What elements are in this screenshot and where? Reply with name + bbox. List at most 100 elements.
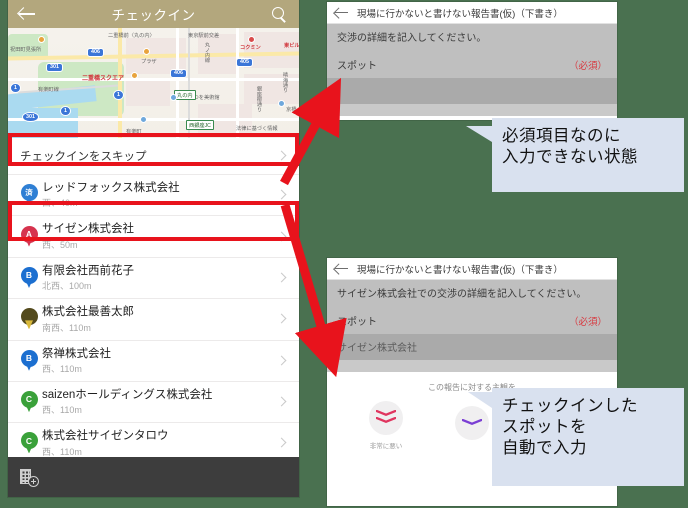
spot-list: チェックインをスキップ 済 レッドフォックス株式会社 西、40m A サイゼン株… xyxy=(8,138,299,465)
list-item[interactable]: B 祭禅株式会社 西、110m xyxy=(8,340,299,382)
spot-info: 株式会社最善太郎 南西、110m xyxy=(42,305,275,333)
spot-input[interactable] xyxy=(327,77,617,104)
spot-pin: B xyxy=(16,349,42,372)
chevron-right-icon xyxy=(275,397,289,407)
page-title: チェックイン xyxy=(111,8,196,23)
map-view[interactable]: 祝田町見張所 二重橋前〈丸の内〉 東京駅前交差 コクミン 東ビル プラザ 二重橋… xyxy=(8,28,299,138)
search-icon xyxy=(271,6,287,22)
list-item[interactable]: B 有限会社西前花子 北西、100m xyxy=(8,257,299,300)
map-road xyxy=(118,28,122,138)
list-item[interactable]: 済 レッドフォックス株式会社 西、40m xyxy=(8,175,299,217)
add-building-icon[interactable] xyxy=(20,468,39,487)
map-poi-icon xyxy=(131,72,138,79)
map-poi-icon xyxy=(140,116,147,123)
spot-info: 祭禅株式会社 西、110m xyxy=(42,347,275,375)
chevron-right-icon xyxy=(275,314,289,324)
spot-pin: 済 xyxy=(16,184,42,206)
spot-distance: 西、110m xyxy=(42,363,82,374)
report-app-bar: 現場に行かないと書けない報告書(仮)（下書き） xyxy=(327,258,617,280)
report-instruction: サイゼン株式会社での交渉の詳細を記入してください。 xyxy=(337,289,587,300)
search-button[interactable] xyxy=(269,4,289,24)
chevron-down-icon xyxy=(462,415,482,431)
map-label: 丸ノ内線 xyxy=(204,42,210,63)
report-title: 現場に行かないと書けない報告書(仮)（下書き） xyxy=(357,264,563,276)
spot-distance: 南西、110m xyxy=(42,322,91,333)
chevron-right-icon xyxy=(275,356,289,366)
map-pin-icon: B xyxy=(20,349,38,372)
map-pin-icon: B xyxy=(20,266,38,289)
list-item[interactable]: A サイゼン株式会社 西、50m xyxy=(8,216,299,258)
checkin-screen: チェックイン 祝田町見張所 二重橋前〈丸の内〉 東京駅前交差 コクミン 東ビル … xyxy=(8,0,299,497)
rating-circle xyxy=(455,405,489,440)
map-poi-icon xyxy=(278,100,285,107)
map-route-shield: 405 xyxy=(236,58,253,68)
map-route-shield: 406 xyxy=(87,48,104,58)
rating-label: 非常に悪い xyxy=(369,442,403,450)
chevron-right-icon xyxy=(275,151,289,161)
map-pin-icon: 済 xyxy=(20,184,38,206)
map-station-label: 丸の内 xyxy=(174,90,196,100)
map-pin-icon: C xyxy=(20,432,38,454)
map-label: プラザ xyxy=(141,59,157,65)
spot-name: 株式会社サイゼンタロウ xyxy=(42,430,169,443)
map-label: 法律に基づく情報 xyxy=(236,126,278,132)
report-app-bar: 現場に行かないと書けない報告書(仮)（下書き） xyxy=(327,2,617,24)
chevron-right-icon xyxy=(275,232,289,242)
spot-name: サイゼン株式会社 xyxy=(42,223,134,236)
report-body: 交渉の詳細を記入してください。 スポット （必須） xyxy=(327,24,617,116)
back-button[interactable] xyxy=(18,4,38,24)
map-road xyxy=(8,78,299,81)
report-title: 現場に行かないと書けない報告書(仮)（下書き） xyxy=(357,8,563,20)
map-label: 京橋 xyxy=(286,107,297,113)
chevron-right-icon xyxy=(275,438,289,448)
app-bar: チェックイン xyxy=(8,0,299,28)
spot-field-row: スポット （必須） xyxy=(337,313,607,334)
field-divider xyxy=(327,103,617,116)
map-poi-icon xyxy=(38,36,45,43)
list-item[interactable]: 株式会社最善太郎 南西、110m xyxy=(8,299,299,341)
spot-distance: 北西、100m xyxy=(42,281,92,292)
spot-distance: 西、110m xyxy=(42,446,82,457)
spot-pin: C xyxy=(16,432,42,454)
spot-name: saizenホールディングス株式会社 xyxy=(42,388,213,401)
report-instruction: 交渉の詳細を記入してください。 xyxy=(337,33,487,44)
spot-info: saizenホールディングス株式会社 西、110m xyxy=(42,388,275,416)
spot-input[interactable]: サイゼン株式会社 xyxy=(327,333,617,360)
map-label: 有楽町線 xyxy=(38,87,59,93)
callout-required-not-fillable: 必須項目なのに 入力できない状態 xyxy=(466,118,684,192)
bottom-toolbar xyxy=(8,457,299,497)
map-label: コクミン xyxy=(240,45,261,51)
map-label: 二重橋前〈丸の内〉 xyxy=(108,33,155,39)
spot-info: 株式会社サイゼンタロウ 西、110m xyxy=(42,429,275,457)
spot-pin: B xyxy=(16,266,42,289)
spot-field-label: スポット xyxy=(337,316,377,328)
back-arrow-icon[interactable] xyxy=(335,7,349,18)
map-poi-icon xyxy=(170,94,177,101)
spot-name: 有限会社西前花子 xyxy=(42,264,134,277)
back-arrow-icon[interactable] xyxy=(335,263,349,274)
map-label: 東ビル xyxy=(284,43,299,49)
map-pin-icon: A xyxy=(20,225,38,248)
map-block xyxy=(126,80,170,106)
list-item[interactable]: C saizenホールディングス株式会社 西、110m xyxy=(8,381,299,424)
skip-checkin-row[interactable]: チェックインをスキップ xyxy=(8,138,299,175)
rating-very-bad[interactable]: 非常に悪い xyxy=(356,400,416,450)
double-chevron-down-icon xyxy=(376,409,396,426)
map-road xyxy=(236,28,239,138)
spot-field-label: スポット xyxy=(337,60,377,72)
map-pin-icon xyxy=(20,308,38,330)
map-road xyxy=(176,28,179,138)
rating-circle xyxy=(369,400,403,435)
spot-info: サイゼン株式会社 西、50m xyxy=(42,222,275,250)
spot-distance: 西、50m xyxy=(42,239,78,250)
required-badge: （必須） xyxy=(568,60,607,72)
map-label: 銀座柳通り xyxy=(256,86,262,112)
map-route-shield: 406 xyxy=(170,69,187,79)
map-label: 東京駅前交差 xyxy=(188,33,220,39)
back-arrow-icon xyxy=(19,7,37,21)
spot-distance: 西、110m xyxy=(42,405,82,416)
callout-text: チェックインした スポットを 自動で入力 xyxy=(502,397,638,457)
map-poi-icon xyxy=(248,36,255,43)
spot-info: 有限会社西前花子 北西、100m xyxy=(42,264,275,292)
callout-tail xyxy=(466,126,492,142)
